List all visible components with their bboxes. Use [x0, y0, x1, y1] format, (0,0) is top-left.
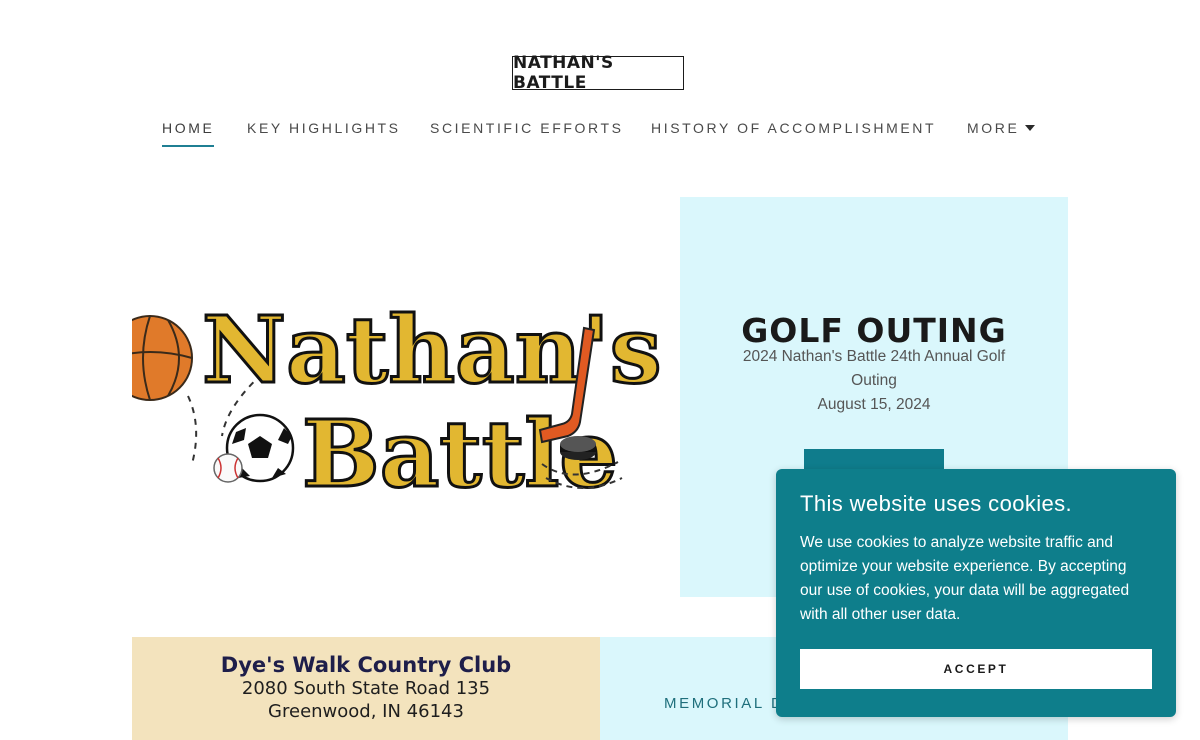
nav-more-label: MORE [967, 120, 1020, 136]
nav-item-history[interactable]: HISTORY OF ACCOMPLISHMENT [651, 120, 936, 136]
venue-address-street: 2080 South State Road 135 [241, 678, 491, 699]
basketball-icon [107, 315, 193, 401]
caret-down-icon [1025, 125, 1036, 131]
cookie-title: This website uses cookies. [800, 491, 1073, 516]
accept-cookies-button[interactable]: ACCEPT [800, 649, 1152, 689]
venue-banner: Dye's Walk Country Club 2080 South State… [132, 637, 600, 740]
main-nav: HOME KEY HIGHLIGHTS SCIENTIFIC EFFORTS H… [0, 120, 1200, 150]
baseball-icon [213, 453, 243, 483]
cookie-message: We use cookies to analyze website traffi… [800, 534, 1130, 623]
venue-address-city: Greenwood, IN 46143 [268, 701, 464, 722]
hockey-puck-icon [560, 436, 596, 460]
nav-item-scientific-efforts[interactable]: SCIENTIFIC EFFORTS [430, 120, 624, 136]
cookie-banner: This website uses cookies. We use cookie… [776, 469, 1176, 717]
site-brand-logo[interactable]: NATHAN'S BATTLE [512, 53, 684, 93]
golf-outing-date: August 15, 2024 [817, 396, 931, 413]
golf-outing-description-cont: Outing [851, 372, 897, 389]
golf-outing-description: 2024 Nathan's Battle 24th Annual Golf [742, 348, 1006, 365]
memorial-label[interactable]: MEMORIAL D [664, 695, 784, 712]
nav-active-underline [162, 145, 214, 147]
nav-item-key-highlights[interactable]: KEY HIGHLIGHTS [247, 120, 401, 136]
nav-item-home[interactable]: HOME [162, 120, 214, 136]
venue-name: Dye's Walk Country Club [220, 653, 512, 677]
hero-logo-image: Nathan's Battle [107, 196, 680, 596]
nav-item-more[interactable]: MORE [967, 120, 1036, 136]
logo-word-nathans: Nathan's [202, 296, 662, 404]
